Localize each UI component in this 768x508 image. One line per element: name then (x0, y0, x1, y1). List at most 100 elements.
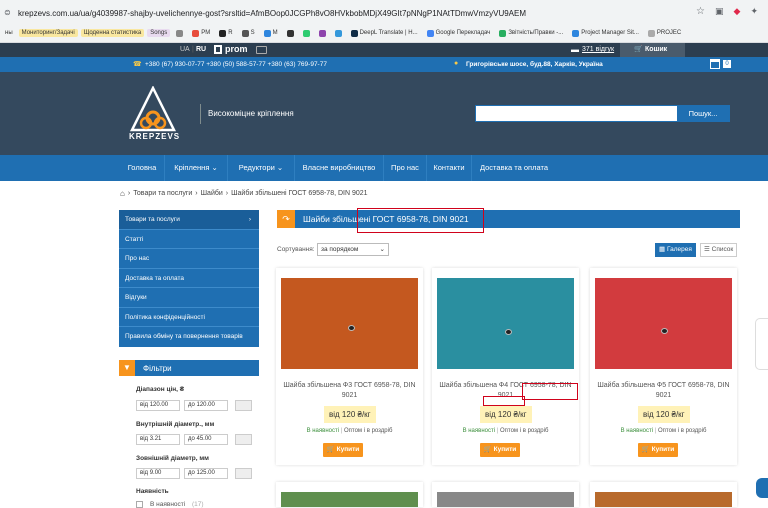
bookmark-item[interactable]: R (216, 29, 235, 38)
sidebar-item-products[interactable]: Товари та послуги › (119, 210, 259, 230)
breadcrumb-link[interactable]: Товари та послуги (133, 190, 192, 197)
product-card[interactable]: Шайба збільшена Ф5 ГОСТ 6958-78, DIN 902… (590, 268, 737, 465)
highlight-box (483, 396, 525, 406)
chevron-right-icon: › (225, 190, 229, 197)
breadcrumb-current: Шайби збільшені ГОСТ 6958-78, DIN 9021 (231, 190, 368, 197)
lang-ru[interactable]: RU (196, 46, 206, 53)
buy-button[interactable]: 🛒 Купити (323, 443, 363, 457)
sidebar-item-about[interactable]: Про нас (119, 249, 259, 269)
page-heading: ↷ Шайби збільшені ГОСТ 6958-78, DIN 9021 (277, 210, 740, 228)
bookmark-item[interactable] (332, 29, 345, 38)
product-image[interactable] (437, 278, 574, 369)
bookmark-item[interactable]: Songs (147, 29, 171, 37)
bookmark-item[interactable]: M (261, 29, 281, 38)
product-card[interactable] (432, 482, 579, 507)
product-image[interactable] (595, 278, 732, 369)
location-icon: ● (454, 60, 459, 67)
price-apply-button[interactable] (235, 400, 252, 411)
sidebar-item-delivery[interactable]: Доставка та оплата (119, 269, 259, 288)
floating-chat-widget[interactable] (755, 318, 768, 370)
browser-chrome: ⊜ krepzevs.com.ua/ua/g4039987-shajby-uve… (0, 0, 768, 43)
logo-text[interactable]: KREPZEVS (129, 132, 180, 141)
bookmark-star-icon[interactable]: ☆ (696, 6, 705, 17)
site-header: KREPZEVS Високоміцне кріплення Пошук... (0, 72, 768, 155)
sidebar-item-returns[interactable]: Правила обміну та повернення товарів (119, 327, 259, 347)
reviews-link[interactable]: 371 відгук (582, 46, 614, 53)
breadcrumb-link[interactable]: Шайби (201, 190, 223, 197)
bookmark-item[interactable] (284, 29, 297, 38)
sidebar-item-privacy[interactable]: Політика конфіденційності (119, 308, 259, 327)
extension-shield-icon[interactable]: ◆ (734, 6, 741, 17)
screenshot-icon[interactable]: ▣ (715, 6, 724, 17)
bookmark-item[interactable]: ны (2, 29, 16, 37)
product-name[interactable]: Шайба збільшена Ф3 ГОСТ 6958-78, DIN 902… (280, 381, 419, 401)
sort-select[interactable]: за порядком ⌄ (317, 243, 389, 256)
chevron-right-icon: › (248, 216, 251, 223)
buy-button[interactable]: 🛒 Купити (480, 443, 520, 457)
bookmark-item[interactable]: PROJEC (645, 29, 684, 38)
sidebar-item-reviews[interactable]: Відгуки (119, 288, 259, 308)
bookmark-item[interactable]: PM (189, 29, 213, 38)
inner-from-input[interactable]: від 3.21 (136, 434, 180, 445)
bookmark-item[interactable]: Щоденна статистика (80, 29, 145, 37)
nav-own-production[interactable]: Власне виробництво (295, 155, 384, 181)
inner-apply-button[interactable] (235, 434, 252, 445)
inner-diameter-label: Внутрішній діаметр., мм (136, 421, 215, 428)
prom-top-bar: UA | RU prom ▬ 371 відгук 🛒 Кошик (0, 43, 768, 57)
nav-about[interactable]: Про нас (384, 155, 427, 181)
bookmark-item[interactable]: DeepL Translate | Н... (348, 29, 421, 38)
url-text[interactable]: krepzevs.com.ua/ua/g4039987-shajby-uveli… (18, 9, 526, 18)
phone-numbers[interactable]: +380 (67) 930-07-77 +380 (50) 588-57-77 … (145, 61, 327, 68)
nav-home[interactable]: Головна (120, 155, 165, 181)
nav-delivery[interactable]: Доставка та оплата (472, 155, 556, 181)
product-card[interactable]: Шайба збільшена Ф4 ГОСТ 6958-78, DIN 902… (432, 268, 579, 465)
chevron-down-icon: ⌄ (211, 163, 218, 172)
product-price: від 120 ₴/кг (638, 406, 690, 423)
search-button[interactable]: Пошук... (677, 106, 729, 121)
main-nav: Головна Кріплення ⌄ Редуктори ⌄ Власне в… (0, 155, 768, 181)
contact-bar: ☎ +380 (67) 930-07-77 +380 (50) 588-57-7… (0, 57, 768, 72)
cart-bag-icon[interactable] (710, 59, 720, 69)
product-name[interactable]: Шайба збільшена Ф5 ГОСТ 6958-78, DIN 902… (594, 381, 733, 401)
stock-status: В наявності | Оптом і в роздріб (306, 428, 393, 434)
price-from-input[interactable]: від 120.00 (136, 400, 180, 411)
bookmark-item[interactable] (316, 29, 329, 38)
filter-icon: ▼ (119, 360, 135, 376)
nav-fasteners[interactable]: Кріплення ⌄ (165, 155, 228, 181)
lang-ua[interactable]: UA (180, 46, 190, 53)
bookmark-item[interactable]: S (239, 29, 258, 38)
price-to-input[interactable]: до 120.00 (184, 400, 228, 411)
extensions-icon[interactable]: ✦ (750, 6, 758, 17)
outer-from-input[interactable]: від 9.00 (136, 468, 180, 479)
product-card[interactable] (590, 482, 737, 507)
product-card[interactable] (276, 482, 423, 507)
gallery-view-button[interactable]: ▦ Галерея (655, 243, 696, 257)
filters-title: Фільтри (143, 363, 172, 373)
outer-to-input[interactable]: до 125.00 (184, 468, 228, 479)
product-image[interactable] (281, 278, 418, 369)
home-icon[interactable]: ⌂ (120, 189, 125, 198)
breadcrumb: ⌂ › Товари та послуги › Шайби › Шайби зб… (120, 189, 368, 198)
inner-to-input[interactable]: до 45.00 (184, 434, 228, 445)
prom-logo[interactable]: prom (225, 44, 248, 54)
nav-contacts[interactable]: Контакти (427, 155, 472, 181)
bookmark-item[interactable] (300, 29, 313, 38)
nav-gearboxes[interactable]: Редуктори ⌄ (228, 155, 295, 181)
bookmark-item[interactable]: Project Manager Sit... (569, 29, 642, 38)
bookmark-item[interactable] (173, 29, 186, 38)
site-info-icon[interactable]: ⊜ (4, 8, 11, 17)
address-bar[interactable]: ⊜ krepzevs.com.ua/ua/g4039987-shajby-uve… (0, 4, 768, 22)
outer-apply-button[interactable] (235, 468, 252, 479)
bookmark-item[interactable]: Мониторинг/Задачі (18, 29, 78, 37)
cart-label[interactable]: Кошик (645, 46, 667, 53)
highlight-box (357, 208, 484, 233)
scroll-top-icon[interactable] (756, 478, 768, 498)
bookmark-item[interactable]: Google Перекладач (424, 29, 494, 38)
product-card[interactable]: Шайба збільшена Ф3 ГОСТ 6958-78, DIN 902… (276, 268, 423, 465)
list-view-button[interactable]: ☰ Список (700, 243, 738, 257)
bookmark-item[interactable]: Звітність/Правки -... (496, 29, 566, 38)
cart-icon: 🛒 (634, 46, 643, 53)
buy-button[interactable]: 🛒 Купити (638, 443, 678, 457)
sidebar-item-articles[interactable]: Статті (119, 230, 259, 249)
availability-label: Наявність (136, 488, 169, 495)
